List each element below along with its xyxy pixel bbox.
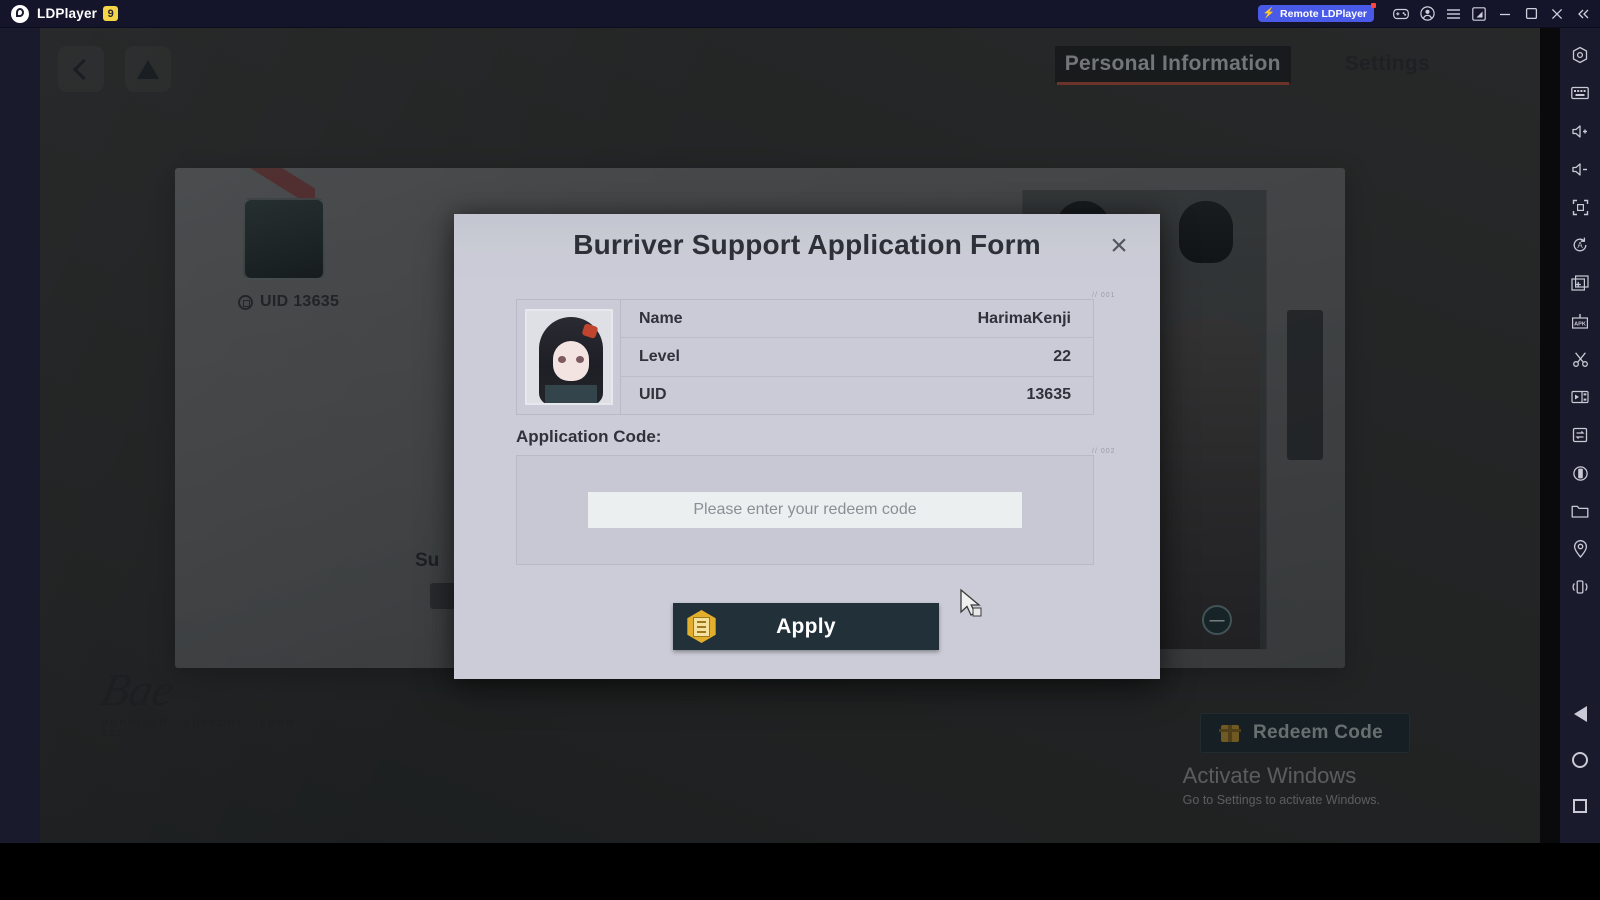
android-back-button[interactable] xyxy=(1563,691,1597,737)
avatar-eye-right xyxy=(575,356,584,363)
corner-note-2: // 002 xyxy=(1092,448,1116,455)
menu-icon[interactable] xyxy=(1440,0,1466,28)
fullscreen-icon[interactable] xyxy=(1563,188,1597,226)
volume-down-icon[interactable] xyxy=(1563,150,1597,188)
auto-rotate-icon[interactable]: A xyxy=(1563,226,1597,264)
apk-install-icon[interactable]: APK xyxy=(1563,302,1597,340)
back-triangle-icon xyxy=(1573,706,1587,722)
table-row: Name HarimaKenji xyxy=(621,300,1093,339)
row-value-name: HarimaKenji xyxy=(977,309,1071,327)
svg-text:A: A xyxy=(1577,241,1583,250)
shake-icon[interactable] xyxy=(1563,454,1597,492)
avatar-eye-left xyxy=(557,356,566,363)
minimize-icon[interactable] xyxy=(1492,0,1518,28)
row-key-level: Level xyxy=(639,347,680,365)
keyboard-icon[interactable] xyxy=(1563,74,1597,112)
folder-icon[interactable] xyxy=(1563,492,1597,530)
player-info-rows: Name HarimaKenji Level 22 UID 13635 xyxy=(621,300,1093,414)
app-root: LDPlayer 9 ⚡ Remote LDPlayer Personal In… xyxy=(0,0,1600,900)
version-badge: 9 xyxy=(103,6,119,21)
android-home-button[interactable] xyxy=(1563,737,1597,783)
corner-note-1: // 001 xyxy=(1092,292,1116,299)
dialog-close-icon[interactable]: × xyxy=(1104,231,1134,261)
scissors-icon[interactable] xyxy=(1563,340,1597,378)
android-recents-button[interactable] xyxy=(1563,783,1597,829)
table-row: UID 13635 xyxy=(621,377,1093,414)
bottom-letterbox xyxy=(0,843,1600,900)
titlebar-controls: ⚡ Remote LDPlayer xyxy=(1257,0,1600,28)
row-value-level: 22 xyxy=(1053,347,1071,365)
recents-square-icon xyxy=(1573,799,1587,813)
close-icon[interactable] xyxy=(1544,0,1570,28)
screenshot-icon[interactable] xyxy=(1466,0,1492,28)
row-value-uid: 13635 xyxy=(1026,386,1072,404)
volume-up-icon[interactable] xyxy=(1563,112,1597,150)
ldplayer-logo-icon xyxy=(11,4,29,23)
maximize-icon[interactable] xyxy=(1518,0,1544,28)
multi-instance-icon[interactable] xyxy=(1563,416,1597,454)
account-icon[interactable] xyxy=(1414,0,1440,28)
new-instance-icon[interactable] xyxy=(1563,264,1597,302)
dialog-title: Burriver Support Application Form xyxy=(573,229,1041,260)
gamepad-icon[interactable] xyxy=(1388,0,1414,28)
lightning-icon: ⚡ xyxy=(1262,7,1276,19)
application-code-box xyxy=(516,455,1094,565)
remote-ldplayer-label: Remote LDPlayer xyxy=(1280,7,1367,20)
collapse-icon[interactable] xyxy=(1570,0,1596,28)
emulator-screen: Personal Information Settings UID 13635 … xyxy=(40,28,1540,843)
support-application-dialog: Burriver Support Application Form × // 0… xyxy=(454,214,1160,679)
row-key-uid: UID xyxy=(639,386,667,404)
left-gutter xyxy=(0,28,40,843)
location-icon[interactable] xyxy=(1563,530,1597,568)
settings-icon[interactable] xyxy=(1563,36,1597,74)
home-circle-icon xyxy=(1572,752,1588,768)
document-icon xyxy=(687,610,716,643)
player-info-table: Name HarimaKenji Level 22 UID 13635 xyxy=(516,299,1094,415)
player-avatar-frame xyxy=(524,309,613,405)
svg-text:APK: APK xyxy=(1574,322,1586,328)
remote-notification-dot xyxy=(1371,3,1376,8)
ldplayer-titlebar: LDPlayer 9 ⚡ Remote LDPlayer xyxy=(0,0,1600,28)
application-code-label: Application Code: xyxy=(516,427,662,446)
video-record-icon[interactable] xyxy=(1563,378,1597,416)
row-key-name: Name xyxy=(639,309,683,327)
app-title: LDPlayer xyxy=(37,6,98,21)
player-avatar-cell xyxy=(517,300,621,414)
apply-button[interactable]: Apply xyxy=(673,603,939,650)
apply-button-label: Apply xyxy=(776,614,836,638)
ldplayer-sidebar: A APK xyxy=(1560,28,1600,843)
mouse-cursor xyxy=(960,588,982,617)
avatar-body xyxy=(544,385,597,403)
rotate-icon[interactable] xyxy=(1563,568,1597,606)
redeem-code-input[interactable] xyxy=(588,492,1022,528)
remote-ldplayer-button[interactable]: ⚡ Remote LDPlayer xyxy=(1257,3,1376,22)
dialog-header: Burriver Support Application Form × xyxy=(454,214,1160,276)
table-row: Level 22 xyxy=(621,338,1093,377)
